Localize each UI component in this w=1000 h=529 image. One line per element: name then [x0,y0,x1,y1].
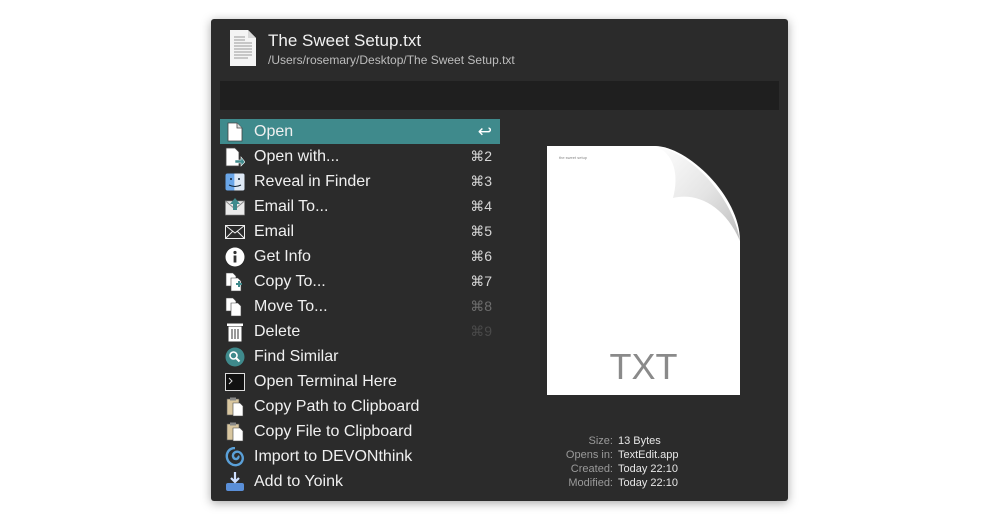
action-item-open-terminal-here[interactable]: Open Terminal Here [220,369,500,394]
action-label: Copy File to Clipboard [254,422,413,440]
yoink-icon [224,471,246,493]
info-key: Opens in: [565,449,613,461]
file-title: The Sweet Setup.txt [268,31,422,50]
envelope-icon [224,221,246,243]
action-item-delete[interactable]: Delete ⌘9 [220,319,500,344]
text-file-icon [228,29,258,67]
action-item-add-to-yoink[interactable]: Add to Yoink [220,469,500,494]
shortcut-label: ⌘2 [470,148,492,164]
info-key: Modified: [568,477,613,489]
shortcut-label: ⌘4 [470,198,492,214]
action-item-import-to-devonthink[interactable]: Import to DEVONthink [220,444,500,469]
info-key: Size: [588,435,613,447]
trash-icon [224,321,246,343]
file-path: /Users/rosemary/Desktop/The Sweet Setup.… [268,53,515,67]
action-label: Copy To... [254,272,326,290]
action-item-move-to[interactable]: Move To... ⌘8 [220,294,500,319]
info-value: Today 22:10 [618,477,678,489]
info-icon [224,246,246,268]
action-label: Delete [254,322,301,340]
action-item-reveal-in-finder[interactable]: Reveal in Finder ⌘3 [220,169,500,194]
action-panel: The Sweet Setup.txt /Users/rosemary/Desk… [211,19,788,501]
action-label: Reveal in Finder [254,172,371,190]
finder-icon [224,171,246,193]
action-list: Open ↩ Open with... ⌘2 Reveal in Finder ⌘3 Ema… [220,119,500,494]
action-label: Open [254,122,294,140]
action-label: Open with... [254,147,340,165]
shortcut-label: ⌘8 [470,298,492,314]
shortcut-label: ⌘3 [470,173,492,189]
action-item-copy-to[interactable]: Copy To... ⌘7 [220,269,500,294]
shortcut-label: ⌘5 [470,223,492,239]
shortcut-label: ↩ [477,122,492,141]
file-info: Size: 13 Bytes Opens in: TextEdit.app Create… [511,434,771,490]
action-label: Open Terminal Here [254,372,397,390]
terminal-icon [224,371,246,393]
shortcut-label: ⌘7 [470,273,492,289]
open-with-icon [224,146,246,168]
shortcut-label: ⌘6 [470,248,492,264]
action-item-copy-file-to-clipboard[interactable]: Copy File to Clipboard [220,419,500,444]
action-item-open-with[interactable]: Open with... ⌘2 [220,144,500,169]
preview-tiny-text: the sweet setup [559,155,588,160]
info-row: Modified: Today 22:10 [511,476,771,490]
action-label: Import to DEVONthink [254,447,413,465]
info-value: TextEdit.app [618,449,679,461]
action-label: Copy Path to Clipboard [254,397,420,415]
action-label: Email To... [254,197,329,215]
copy-to-icon [224,271,246,293]
action-label: Email [254,222,295,240]
action-label: Move To... [254,297,328,315]
info-key: Created: [570,463,613,475]
action-label: Find Similar [254,347,339,365]
shortcut-label: ⌘9 [470,323,492,339]
action-label: Add to Yoink [254,472,343,490]
info-row: Created: Today 22:10 [511,462,771,476]
action-label: Get Info [254,247,311,265]
info-row: Size: 13 Bytes [511,434,771,448]
action-item-get-info[interactable]: Get Info ⌘6 [220,244,500,269]
email-to-icon [224,196,246,218]
clipboard-icon [224,396,246,418]
clipboard-icon [224,421,246,443]
action-item-find-similar[interactable]: Find Similar [220,344,500,369]
info-value: 13 Bytes [618,435,661,447]
document-icon [224,121,246,143]
preview-file-type: TXT [609,346,678,387]
info-value: Today 22:10 [618,463,678,475]
action-item-email[interactable]: Email ⌘5 [220,219,500,244]
magnifier-icon [224,346,246,368]
search-input[interactable] [220,81,779,110]
action-item-open[interactable]: Open ↩ [220,119,500,144]
move-to-icon [224,296,246,318]
info-row: Opens in: TextEdit.app [511,448,771,462]
action-item-email-to[interactable]: Email To... ⌘4 [220,194,500,219]
action-item-copy-path-to-clipboard[interactable]: Copy Path to Clipboard [220,394,500,419]
devonthink-icon [224,446,246,468]
